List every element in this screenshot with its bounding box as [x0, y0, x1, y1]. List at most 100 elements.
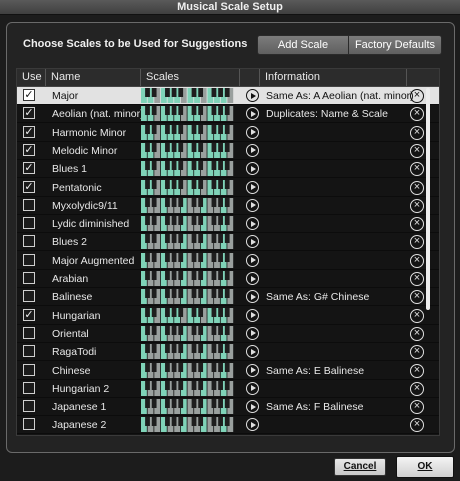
- table-row[interactable]: Arabian ×: [17, 270, 439, 288]
- close-circle-icon[interactable]: ×: [410, 326, 424, 341]
- column-header-information[interactable]: Information: [260, 69, 407, 86]
- play-circle-icon[interactable]: [246, 400, 259, 414]
- scale-name: Japanese 1: [52, 401, 107, 414]
- close-circle-icon[interactable]: ×: [410, 290, 424, 305]
- use-checkbox[interactable]: [23, 326, 35, 339]
- black-key: [178, 142, 184, 152]
- black-key: [178, 380, 184, 390]
- table-row[interactable]: Major Augmented ×: [17, 252, 439, 270]
- close-circle-icon[interactable]: ×: [410, 308, 424, 323]
- table-row[interactable]: Balinese Same As: G# Chinese ×: [17, 288, 439, 307]
- play-circle-icon[interactable]: [246, 345, 259, 359]
- play-circle-icon[interactable]: [246, 253, 259, 267]
- table-row[interactable]: ✓ Aeolian (nat. minor) Duplicates: Name & …: [17, 105, 439, 124]
- use-checkbox[interactable]: [23, 345, 35, 358]
- close-circle-icon[interactable]: ×: [410, 235, 424, 250]
- play-circle-icon[interactable]: [246, 290, 259, 304]
- table-row[interactable]: ✓ Harmonic Minor ×: [17, 124, 439, 142]
- black-key: [171, 344, 177, 354]
- play-circle-icon[interactable]: [246, 107, 259, 121]
- table-row[interactable]: ✓ Hungarian ×: [17, 307, 439, 325]
- use-checkbox[interactable]: ✓: [23, 107, 35, 120]
- table-row[interactable]: Oriental ×: [17, 325, 439, 343]
- close-circle-icon[interactable]: ×: [410, 107, 424, 122]
- play-circle-icon[interactable]: [246, 180, 259, 194]
- close-circle-icon[interactable]: ×: [410, 180, 424, 195]
- use-checkbox[interactable]: ✓: [23, 89, 35, 101]
- use-checkbox[interactable]: [23, 198, 35, 211]
- close-circle-icon[interactable]: ×: [410, 400, 424, 415]
- close-circle-icon[interactable]: ×: [410, 198, 424, 213]
- play-circle-icon[interactable]: [246, 125, 259, 139]
- add-scale-button[interactable]: Add Scale: [257, 35, 349, 55]
- black-key: [218, 161, 223, 171]
- black-key: [165, 88, 170, 97]
- scale-name: Melodic Minor: [52, 144, 118, 157]
- play-circle-icon[interactable]: [246, 235, 259, 249]
- table-row[interactable]: Lydic diminished ×: [17, 215, 439, 234]
- black-key: [211, 124, 217, 134]
- column-header-scales[interactable]: Scales: [141, 69, 240, 86]
- close-circle-icon[interactable]: ×: [410, 162, 424, 177]
- black-key: [218, 88, 223, 97]
- black-key: [145, 88, 150, 97]
- use-checkbox[interactable]: ✓: [23, 125, 35, 138]
- table-row[interactable]: ✓ Melodic Minor ×: [17, 142, 439, 160]
- play-circle-icon[interactable]: [246, 308, 259, 322]
- use-checkbox[interactable]: ✓: [23, 308, 35, 321]
- use-checkbox[interactable]: [23, 363, 35, 376]
- use-checkbox[interactable]: [23, 217, 35, 230]
- play-circle-icon[interactable]: [246, 162, 259, 176]
- black-key: [198, 399, 204, 409]
- table-row[interactable]: RagaTodi ×: [17, 343, 439, 362]
- close-circle-icon[interactable]: ×: [410, 125, 424, 140]
- play-circle-icon[interactable]: [246, 89, 259, 102]
- table-row[interactable]: ✓ Pentatonic ×: [17, 179, 439, 197]
- close-circle-icon[interactable]: ×: [410, 253, 424, 268]
- play-circle-icon[interactable]: [246, 381, 259, 395]
- close-circle-icon[interactable]: ×: [410, 363, 424, 378]
- table-row[interactable]: Blues 2 ×: [17, 233, 439, 252]
- use-checkbox[interactable]: [23, 418, 35, 431]
- column-header-name[interactable]: Name: [46, 69, 141, 86]
- close-circle-icon[interactable]: ×: [410, 272, 424, 286]
- ok-button[interactable]: OK: [396, 456, 454, 478]
- table-row[interactable]: Chinese Same As: E Balinese ×: [17, 362, 439, 380]
- use-checkbox[interactable]: ✓: [23, 143, 35, 156]
- use-checkbox[interactable]: [23, 253, 35, 266]
- play-circle-icon[interactable]: [246, 363, 259, 377]
- use-checkbox[interactable]: ✓: [23, 180, 35, 193]
- table-row[interactable]: Myxolydic9/11 ×: [17, 197, 439, 215]
- close-circle-icon[interactable]: ×: [410, 345, 424, 360]
- black-key: [165, 161, 170, 171]
- cancel-button[interactable]: Cancel: [334, 458, 386, 476]
- table-row[interactable]: Hungarian 2 ×: [17, 380, 439, 398]
- use-checkbox[interactable]: [23, 381, 35, 394]
- use-checkbox[interactable]: ✓: [23, 162, 35, 175]
- factory-defaults-button[interactable]: Factory Defaults: [349, 35, 442, 55]
- black-key: [198, 289, 204, 299]
- close-circle-icon[interactable]: ×: [410, 418, 424, 433]
- vertical-scrollbar[interactable]: [426, 88, 430, 310]
- table-row[interactable]: Japanese 1 Same As: F Balinese ×: [17, 398, 439, 417]
- table-row[interactable]: Japanese 2 ×: [17, 416, 439, 435]
- close-circle-icon[interactable]: ×: [410, 217, 424, 232]
- play-circle-icon[interactable]: [246, 418, 259, 432]
- play-circle-icon[interactable]: [246, 272, 259, 285]
- black-key: [165, 216, 170, 226]
- close-circle-icon[interactable]: ×: [410, 89, 424, 103]
- use-checkbox[interactable]: [23, 290, 35, 303]
- close-circle-icon[interactable]: ×: [410, 381, 424, 396]
- column-header-use[interactable]: Use: [17, 69, 46, 86]
- play-circle-icon[interactable]: [246, 143, 259, 157]
- close-circle-icon[interactable]: ×: [410, 143, 424, 158]
- use-checkbox[interactable]: [23, 235, 35, 248]
- table-row[interactable]: ✓ Major Same As: A Aeolian (nat. minor) ×: [17, 87, 439, 105]
- play-circle-icon[interactable]: [246, 198, 259, 212]
- use-checkbox[interactable]: [23, 272, 35, 284]
- black-key: [211, 344, 217, 354]
- use-checkbox[interactable]: [23, 400, 35, 413]
- play-circle-icon[interactable]: [246, 326, 259, 340]
- play-circle-icon[interactable]: [246, 217, 259, 231]
- table-row[interactable]: ✓ Blues 1 ×: [17, 160, 439, 179]
